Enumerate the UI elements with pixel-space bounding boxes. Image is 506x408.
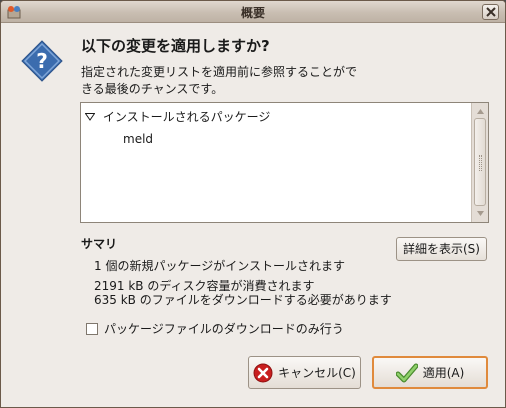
show-details-button[interactable]: 詳細を表示(S) (396, 237, 487, 261)
changes-tree-view[interactable]: インストールされるパッケージ meld (80, 102, 489, 223)
triangle-down-icon[interactable] (84, 110, 99, 124)
list-item[interactable]: meld (123, 132, 153, 146)
close-button[interactable] (482, 4, 499, 20)
scroll-up-icon[interactable] (476, 107, 485, 116)
tree-group-row[interactable]: インストールされるパッケージ (84, 108, 271, 125)
apply-button-label: 適用(A) (422, 366, 465, 380)
summary-title: サマリ (81, 237, 118, 251)
svg-text:?: ? (36, 49, 48, 73)
download-only-checkbox[interactable] (86, 323, 98, 335)
scroll-down-icon[interactable] (476, 209, 485, 218)
question-icon: ? (21, 40, 63, 82)
dialog-description: 指定された変更リストを適用前に参照することがで きる最後のチャンスです。 (81, 64, 381, 98)
summary-line-install: 1 個の新規パッケージがインストールされます (94, 259, 345, 273)
close-icon (486, 7, 496, 17)
dialog-window: 概要 ? 以下の変更を適用しますか? 指定された変更リストを適用前に参照すること… (0, 0, 506, 408)
scrollbar-thumb[interactable] (474, 118, 486, 206)
description-line-1: 指定された変更リストを適用前に参照することがで (81, 65, 358, 79)
vertical-scrollbar[interactable] (471, 103, 488, 222)
dialog-heading: 以下の変更を適用しますか? (81, 37, 270, 55)
description-line-2: きる最後のチャンスです。 (81, 82, 224, 96)
cancel-icon (253, 363, 273, 382)
cancel-button-label: キャンセル(C) (278, 366, 356, 380)
summary-line-download: 635 kB のファイルをダウンロードする必要があります (94, 293, 392, 307)
window-title: 概要 (240, 6, 265, 20)
apply-button[interactable]: 適用(A) (372, 356, 488, 389)
check-icon (395, 363, 418, 382)
tree-group-label: インストールされるパッケージ (102, 110, 271, 124)
title-bar[interactable]: 概要 (1, 1, 505, 23)
cancel-button[interactable]: キャンセル(C) (248, 356, 361, 389)
download-only-label[interactable]: パッケージファイルのダウンロードのみ行う (104, 322, 344, 336)
download-only-option[interactable]: パッケージファイルのダウンロードのみ行う (86, 320, 344, 337)
